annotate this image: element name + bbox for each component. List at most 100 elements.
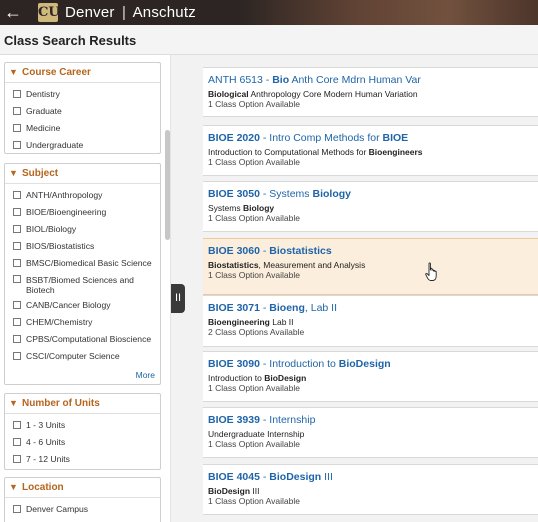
checkbox[interactable] — [13, 207, 21, 216]
more-subjects-link[interactable]: More — [136, 370, 155, 380]
filter-group-title: Location — [22, 482, 64, 493]
cu-logo-icon: CU — [38, 3, 60, 22]
filter-option-label: CHEM/Chemistry — [26, 316, 93, 327]
result-option-count: 1 Class Option Available — [208, 383, 300, 393]
filter-panel-scrollbar[interactable] — [165, 130, 170, 240]
filter-panel: ▼ Course Career Dentistry Graduate Medic… — [0, 55, 171, 522]
result-description: Introduction to BioDesign — [208, 373, 307, 383]
result-card[interactable]: BIOE 2020 - Intro Comp Methods for BIOE … — [203, 125, 538, 176]
filter-option[interactable]: CANB/Cancer Biology — [5, 296, 160, 313]
filter-group-title: Course Career — [22, 67, 91, 78]
filter-option-label: BIOS/Biostatistics — [26, 240, 95, 251]
checkbox[interactable] — [13, 454, 21, 463]
result-title[interactable]: ANTH 6513 - Bio Anth Core Mdrn Human Var — [208, 74, 421, 86]
chevron-down-icon: ▼ — [9, 482, 18, 492]
back-arrow-icon[interactable]: ← — [0, 0, 26, 25]
result-card[interactable]: BIOE 3090 - Introduction to BioDesign In… — [203, 351, 538, 402]
filter-option[interactable]: BMSC/Biomedical Basic Science — [5, 254, 160, 271]
chevron-down-icon: ▼ — [9, 67, 18, 77]
result-option-count: 1 Class Option Available — [208, 99, 300, 109]
checkbox[interactable] — [13, 420, 21, 429]
checkbox[interactable] — [13, 317, 21, 326]
filter-option[interactable]: BSBT/Biomed Sciences and Biotech — [5, 271, 160, 296]
result-description: Bioengineering Lab II — [208, 317, 294, 327]
chevron-down-icon: ▼ — [9, 168, 18, 178]
filter-group-title: Subject — [22, 168, 59, 179]
checkbox[interactable] — [13, 437, 21, 446]
result-card[interactable]: BIOE 3071 - Bioeng, Lab II Bioengineerin… — [203, 295, 538, 347]
filter-option[interactable]: BIOE/Bioengineering — [5, 203, 160, 220]
filter-option[interactable]: CHEM/Chemistry — [5, 313, 160, 330]
filter-option[interactable]: BIOL/Biology — [5, 220, 160, 237]
result-title[interactable]: BIOE 3050 - Systems Biology — [208, 188, 351, 200]
filter-option-label: Dentistry — [26, 88, 60, 99]
result-description: Biostatistics, Measurement and Analysis — [208, 260, 366, 270]
result-card-selected[interactable]: BIOE 3060 - Biostatistics Biostatistics,… — [203, 238, 538, 295]
result-title[interactable]: BIOE 3060 - Biostatistics — [208, 245, 332, 257]
filter-group-subject: ▼ Subject ANTH/Anthropology BIOE/Bioengi… — [4, 163, 161, 385]
chevron-down-icon: ▼ — [9, 398, 18, 408]
filter-group-units: ▼ Number of Units 1 - 3 Units 4 - 6 Unit… — [4, 393, 161, 470]
filter-option-label: CANB/Cancer Biology — [26, 299, 111, 310]
checkbox[interactable] — [13, 241, 21, 250]
checkbox[interactable] — [13, 123, 21, 132]
filter-option[interactable]: Denver Campus — [5, 500, 160, 517]
result-option-count: 1 Class Option Available — [208, 213, 300, 223]
filter-option[interactable]: Dentistry — [5, 85, 160, 102]
result-description: Introduction to Computational Methods fo… — [208, 147, 423, 157]
filter-option-label: BSBT/Biomed Sciences and Biotech — [26, 275, 134, 295]
checkbox[interactable] — [13, 258, 21, 267]
filter-option[interactable]: CPBS/Computational Bioscience — [5, 330, 160, 347]
checkbox[interactable] — [13, 504, 21, 513]
result-title[interactable]: BIOE 2020 - Intro Comp Methods for BIOE — [208, 132, 408, 144]
result-card[interactable]: BIOE 3939 - Internship Undergraduate Int… — [203, 407, 538, 458]
result-card[interactable]: BIOE 3050 - Systems Biology Systems Biol… — [203, 181, 538, 232]
result-title[interactable]: BIOE 3090 - Introduction to BioDesign — [208, 358, 391, 370]
title-bar: Class Search Results — [0, 25, 538, 55]
filter-option[interactable]: 1 - 3 Units — [5, 416, 160, 433]
filter-option-label: 4 - 6 Units — [26, 436, 66, 447]
filter-group-course-career: ▼ Course Career Dentistry Graduate Medic… — [4, 62, 161, 154]
filter-group-header[interactable]: ▼ Subject — [5, 164, 160, 184]
filter-option[interactable]: CSCI/Computer Science — [5, 347, 160, 364]
filter-option-label: BMSC/Biomedical Basic Science — [26, 257, 152, 268]
filter-group-header[interactable]: ▼ Course Career — [5, 63, 160, 83]
filter-group-header[interactable]: ▼ Number of Units — [5, 394, 160, 414]
result-option-count: 1 Class Option Available — [208, 496, 300, 506]
result-title[interactable]: BIOE 3071 - Bioeng, Lab II — [208, 302, 337, 314]
result-option-count: 1 Class Option Available — [208, 439, 300, 449]
checkbox[interactable] — [13, 106, 21, 115]
result-title[interactable]: BIOE 3939 - Internship — [208, 414, 315, 426]
result-option-count: 2 Class Options Available — [208, 327, 305, 337]
filter-option-label: Medicine — [26, 122, 61, 133]
checkbox[interactable] — [13, 300, 21, 309]
hand-pointer-icon — [425, 262, 437, 281]
checkbox[interactable] — [13, 190, 21, 199]
brand-left: Denver — [65, 4, 115, 21]
result-description: BioDesign III — [208, 486, 260, 496]
result-option-count: 1 Class Option Available — [208, 270, 300, 280]
checkbox[interactable] — [13, 334, 21, 343]
filter-option[interactable]: ANTH/Anthropology — [5, 186, 160, 203]
checkbox[interactable] — [13, 224, 21, 233]
result-card[interactable]: BIOE 4045 - BioDesign III BioDesign III … — [203, 464, 538, 515]
filter-option[interactable]: 7 - 12 Units — [5, 450, 160, 467]
result-card[interactable]: ANTH 6513 - Bio Anth Core Mdrn Human Var… — [203, 67, 538, 117]
checkbox[interactable] — [13, 351, 21, 360]
collapse-panel-button[interactable]: II — [171, 284, 185, 313]
checkbox[interactable] — [13, 89, 21, 98]
top-banner: ← CU Denver | Anschutz — [0, 0, 538, 25]
filter-group-location: ▼ Location Denver Campus — [4, 477, 161, 522]
filter-option[interactable]: Undergraduate — [5, 136, 160, 153]
result-description: Biological Anthropology Core Modern Huma… — [208, 89, 418, 99]
filter-option[interactable]: 4 - 6 Units — [5, 433, 160, 450]
checkbox[interactable] — [13, 275, 21, 283]
filter-option[interactable]: Graduate — [5, 102, 160, 119]
filter-option[interactable]: BIOS/Biostatistics — [5, 237, 160, 254]
checkbox[interactable] — [13, 140, 21, 149]
result-title[interactable]: BIOE 4045 - BioDesign III — [208, 471, 333, 483]
filter-option[interactable]: Medicine — [5, 119, 160, 136]
filter-group-header[interactable]: ▼ Location — [5, 478, 160, 498]
filter-option-label: Graduate — [26, 105, 62, 116]
page-title: Class Search Results — [4, 33, 137, 48]
